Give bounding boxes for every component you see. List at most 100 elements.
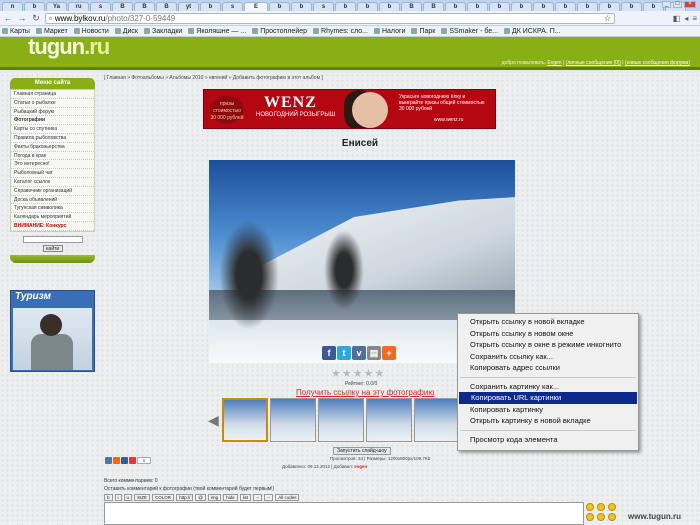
sidebar-item[interactable]: Статьи о рыбалке — [11, 99, 94, 108]
star-icon[interactable]: ★ — [331, 369, 341, 380]
star-icon[interactable]: ★ — [364, 369, 374, 380]
forward-icon[interactable]: → — [17, 13, 27, 23]
editor-button[interactable]: img — [207, 494, 222, 501]
bookmark-item[interactable]: SSmaker - бе... — [441, 28, 498, 35]
bookmark-item[interactable]: Карты — [2, 28, 30, 35]
star-icon[interactable]: ★ — [353, 369, 363, 380]
sidebar-item[interactable]: ВНИМАНИЕ: Конкурс — [11, 222, 94, 231]
wrench-icon[interactable]: ≡ — [692, 14, 697, 23]
close-icon[interactable]: × — [684, 1, 696, 8]
star-icon[interactable]: ★ — [375, 369, 385, 380]
browser-tab[interactable]: yt — [178, 2, 199, 11]
browser-tab[interactable]: b — [511, 2, 532, 11]
browser-tab[interactable]: n — [2, 2, 23, 11]
sidebar-item[interactable]: Погода в крае — [11, 152, 94, 161]
context-menu-item[interactable]: Копировать картинку — [458, 404, 638, 416]
bookmark-item[interactable]: Яколяшне — ... — [188, 28, 246, 35]
editor-button[interactable]: list — [239, 494, 252, 501]
bookmark-item[interactable]: ДК ИСКРА. П... — [504, 28, 561, 35]
smiley-icon[interactable] — [597, 513, 605, 521]
editor-button[interactable]: -- — [264, 494, 274, 501]
thumbnail[interactable] — [414, 398, 460, 442]
facebook-icon[interactable] — [121, 457, 128, 464]
context-menu-item[interactable]: Сохранить ссылку как... — [458, 351, 638, 363]
add-share-icon[interactable]: + — [382, 346, 396, 360]
sidebar-item[interactable]: Справочник организаций — [11, 187, 94, 196]
thumbnail[interactable] — [366, 398, 412, 442]
context-menu-item[interactable]: Копировать адрес ссылки — [458, 362, 638, 374]
site-logo[interactable]: tugun.ru — [28, 34, 110, 60]
browser-tab[interactable]: B — [112, 2, 133, 11]
browser-tab[interactable]: B — [134, 2, 155, 11]
star-icon[interactable]: ☆ — [604, 14, 614, 23]
editor-button[interactable]: b — [104, 494, 113, 501]
odnoklassniki-icon[interactable] — [113, 457, 120, 464]
editor-button[interactable]: hide — [223, 494, 238, 501]
browser-tab[interactable]: b — [445, 2, 466, 11]
browser-tab[interactable]: s — [90, 2, 111, 11]
browser-tab[interactable]: b — [577, 2, 598, 11]
sidebar-item[interactable]: Доска объявлений — [11, 196, 94, 205]
sidebar-item[interactable]: Факты браконьерства — [11, 143, 94, 152]
sidebar-item[interactable]: Рыболовный чат — [11, 169, 94, 178]
thumbnail[interactable] — [270, 398, 316, 442]
browser-tab[interactable]: b — [555, 2, 576, 11]
sidebar-item[interactable]: Карты со спутника — [11, 125, 94, 134]
bookmark-item[interactable]: Rhymes: сло... — [313, 28, 368, 35]
bookmark-item[interactable]: Диск — [114, 28, 138, 35]
browser-tab[interactable]: B — [423, 2, 444, 11]
browser-tab-active[interactable]: Е — [244, 2, 268, 11]
browser-tab[interactable]: b — [269, 2, 290, 11]
browser-tab[interactable]: b — [643, 2, 664, 11]
vk-icon[interactable] — [105, 457, 112, 464]
search-input[interactable] — [22, 235, 83, 243]
editor-button[interactable]: All codes — [275, 494, 300, 501]
reload-icon[interactable]: ↻ — [31, 13, 41, 23]
browser-tab[interactable]: b — [621, 2, 642, 11]
smiley-icon[interactable] — [608, 503, 616, 511]
star-icon[interactable]: ★ — [342, 369, 352, 380]
context-menu-item[interactable]: Просмотр кода элемента — [458, 434, 638, 446]
mail-icon[interactable] — [129, 457, 136, 464]
editor-button[interactable]: u — [123, 494, 133, 501]
bookmark-item[interactable]: Простоплейер — [252, 28, 307, 35]
comment-textarea[interactable] — [104, 502, 584, 525]
browser-tab[interactable]: b — [357, 2, 378, 11]
facebook-icon[interactable]: f — [322, 346, 336, 360]
thumbnail[interactable] — [318, 398, 364, 442]
browser-tab[interactable]: Ya — [46, 2, 67, 11]
extension-icon[interactable]: ◧ — [673, 14, 681, 23]
browser-tab[interactable]: b — [379, 2, 400, 11]
username-link[interactable]: Evgen — [547, 60, 561, 66]
breadcrumb[interactable]: [ Главная » Фотоальбомы » Альбомы 2010 »… — [104, 75, 323, 81]
editor-button[interactable]: @ — [195, 494, 206, 501]
context-menu-item[interactable]: Открыть ссылку в новом окне — [458, 328, 638, 340]
twitter-icon[interactable]: t — [337, 346, 351, 360]
editor-button[interactable]: -- — [253, 494, 263, 501]
prev-arrow-icon[interactable]: ◀ — [208, 412, 220, 429]
browser-tab[interactable]: b — [599, 2, 620, 11]
address-bar[interactable]: ▫ www.bylkov.ru/photo/327-0-59449 ☆ — [45, 12, 615, 24]
audio-icon[interactable]: ◂ — [684, 14, 688, 23]
smiley-icon[interactable] — [586, 513, 594, 521]
private-messages-link[interactable]: (личные сообщения [0]) — [566, 60, 621, 66]
context-menu-item[interactable]: Открыть ссылку в окне в режиме инкогнито — [458, 339, 638, 351]
back-icon[interactable]: ← — [3, 13, 13, 23]
vk-icon[interactable]: v — [352, 346, 366, 360]
browser-tab[interactable]: B — [156, 2, 177, 11]
get-photo-link[interactable]: Получить ссылку на эту фотографию — [296, 388, 434, 397]
browser-tab[interactable]: b — [467, 2, 488, 11]
search-button[interactable]: найти — [42, 244, 63, 252]
browser-tab[interactable]: b — [24, 2, 45, 11]
context-menu-item[interactable]: Открыть ссылку в новой вкладке — [458, 316, 638, 328]
context-menu-item[interactable]: Открыть картинку в новой вкладке — [458, 415, 638, 427]
browser-tab[interactable]: B — [401, 2, 422, 11]
ad-banner[interactable]: призы стоимостью 30 000 рублей WENZ НОВО… — [203, 89, 496, 129]
browser-tab[interactable]: ru — [68, 2, 89, 11]
browser-tab[interactable]: b — [200, 2, 221, 11]
sidebar-item[interactable]: Тугунская символика — [11, 204, 94, 214]
browser-tab[interactable]: s — [222, 2, 243, 11]
editor-button[interactable]: i — [114, 494, 122, 501]
smiley-icon[interactable] — [597, 503, 605, 511]
editor-button[interactable]: http:// — [176, 494, 194, 501]
